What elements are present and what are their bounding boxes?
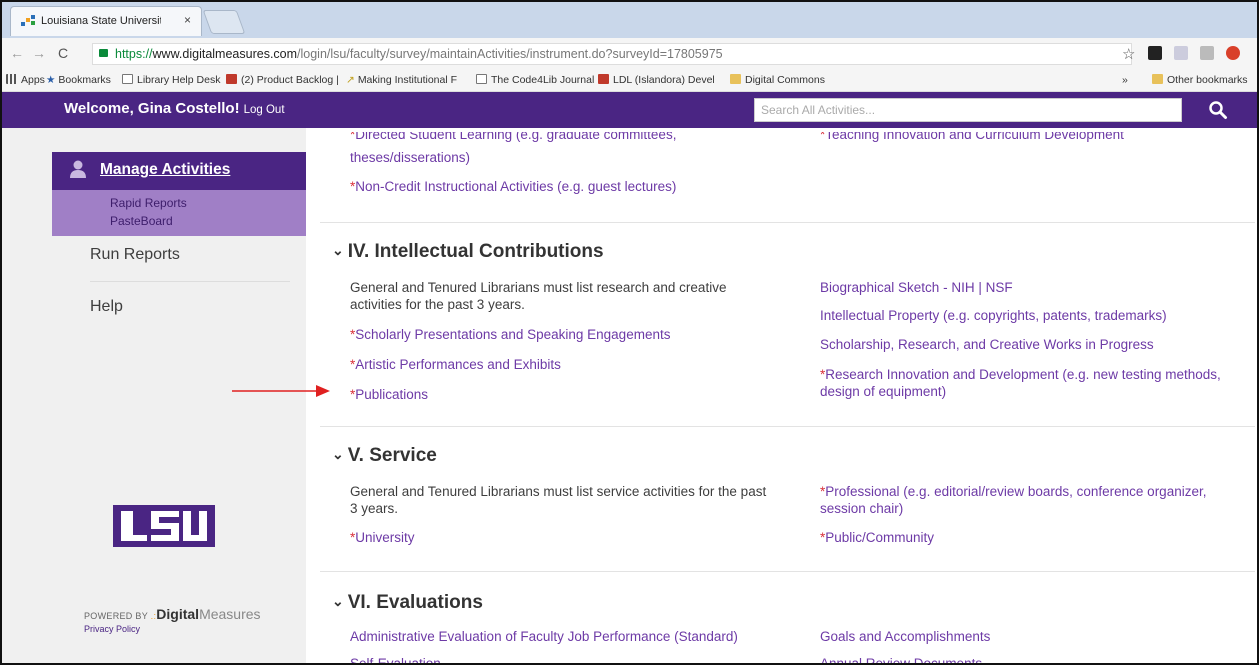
chevron-down-icon: ⌄ [332, 242, 344, 258]
biographical-sketch: Biographical Sketch - NIH | NSF [820, 280, 1013, 295]
directed-student-learning-link[interactable]: *Directed Student Learning (e.g. graduat… [350, 132, 676, 145]
sidebar-item-manage-activities[interactable]: Manage Activities [52, 152, 306, 190]
section-divider [320, 571, 1255, 572]
folder-icon [730, 74, 741, 84]
pdf-extension-icon[interactable] [1148, 46, 1162, 60]
self-evaluation-link[interactable]: Self-Evaluation [350, 655, 441, 663]
bookmarks-bar: Apps ★ Bookmarks Library Help Desk (2) Pr… [2, 70, 1257, 92]
address-bar[interactable]: https://www.digitalmeasures.com/login/ls… [92, 43, 1132, 65]
lsu-logo [113, 505, 215, 547]
browser-toolbar: ← → C https://www.digitalmeasures.com/lo… [2, 38, 1257, 70]
extension-icon[interactable] [1174, 46, 1188, 60]
back-icon[interactable]: ← [10, 45, 24, 61]
section-iv-note: General and Tenured Librarians must list… [350, 280, 727, 295]
new-tab-button[interactable] [202, 10, 246, 34]
tab-close-icon[interactable]: × [184, 13, 191, 27]
screenshot-frame: Louisiana State Universit × ← → C https:… [0, 0, 1259, 665]
logout-link[interactable]: Log Out [244, 104, 285, 116]
powered-by-logo: POWERED BY .:DigitalMeasures [84, 606, 261, 622]
bookmark-product-backlog[interactable]: (2) Product Backlog | [226, 74, 339, 86]
sidebar-subnav: Rapid Reports PasteBoard [52, 190, 306, 236]
intellectual-property-link[interactable]: Intellectual Property (e.g. copyrights, … [820, 307, 1167, 324]
artistic-performances-link[interactable]: *Artistic Performances and Exhibits [350, 356, 561, 373]
section-vi-title[interactable]: ⌄ VI. Evaluations [332, 592, 483, 614]
research-innovation-link-cont[interactable]: design of equipment) [820, 383, 946, 400]
bio-nih-link[interactable]: NIH [951, 280, 974, 295]
forward-icon[interactable]: → [32, 45, 46, 61]
chevron-down-icon: ⌄ [332, 446, 344, 462]
chevron-down-icon: ⌄ [332, 593, 344, 609]
scholarship-in-progress-link[interactable]: Scholarship, Research, and Creative Work… [820, 336, 1154, 353]
tab-title: Louisiana State Universit [41, 15, 161, 27]
sidebar-item-run-reports[interactable]: Run Reports [90, 246, 180, 264]
directed-student-learning-link-cont[interactable]: theses/disserations) [350, 149, 470, 166]
section-divider [320, 222, 1255, 223]
main-content: *Directed Student Learning (e.g. graduat… [320, 128, 1255, 663]
bookmark-bookmarks[interactable]: ★ Bookmarks [46, 74, 111, 86]
sidebar-divider [90, 281, 290, 282]
extension-icon[interactable] [1200, 46, 1214, 60]
bookmark-apps[interactable]: Apps [6, 74, 45, 86]
sidebar-item-pasteboard[interactable]: PasteBoard [110, 214, 173, 228]
welcome-message: Welcome, Gina Costello! Log Out [64, 100, 285, 117]
section-iv-title[interactable]: ⌄ IV. Intellectual Contributions [332, 241, 604, 263]
university-service-link[interactable]: *University [350, 529, 415, 546]
bio-nsf-link[interactable]: NSF [986, 280, 1013, 295]
professional-service-link-cont[interactable]: session chair) [820, 500, 903, 517]
bookmark-making-institutional[interactable]: ↗ Making Institutional F [346, 74, 457, 86]
privacy-policy-link[interactable]: Privacy Policy [84, 624, 140, 634]
extension-icon[interactable] [1226, 46, 1240, 60]
browser-tab-strip: Louisiana State Universit × [2, 2, 1257, 38]
bookmark-code4lib[interactable]: The Code4Lib Journal [476, 74, 594, 86]
star-icon: ★ [46, 74, 56, 86]
teaching-innovation-link[interactable]: *Teaching Innovation and Curriculum Deve… [820, 132, 1124, 145]
non-credit-instructional-link[interactable]: *Non-Credit Instructional Activities (e.… [350, 178, 676, 195]
bookmark-library-help-desk[interactable]: Library Help Desk [122, 74, 220, 86]
reload-icon[interactable]: C [58, 45, 68, 61]
folder-icon [1152, 74, 1163, 84]
app-header: Welcome, Gina Costello! Log Out Search Al… [2, 92, 1257, 128]
bookmark-star-icon[interactable]: ☆ [1122, 45, 1135, 63]
annotation-arrow-icon [232, 385, 330, 397]
bookmark-other-bookmarks[interactable]: Other bookmarks [1152, 74, 1248, 86]
bookmark-ldl-islandora[interactable]: LDL (Islandora) Devel [598, 74, 715, 86]
bookmarks-overflow[interactable]: » [1122, 74, 1128, 86]
section-divider [320, 426, 1255, 427]
research-innovation-link[interactable]: *Research Innovation and Development (e.… [820, 366, 1221, 383]
apps-icon [6, 74, 17, 84]
browser-tab[interactable]: Louisiana State Universit × [10, 6, 202, 36]
section-v-title[interactable]: ⌄ V. Service [332, 445, 437, 467]
sidebar-item-rapid-reports[interactable]: Rapid Reports [110, 196, 187, 210]
code4lib-icon [476, 74, 487, 84]
public-community-link[interactable]: *Public/Community [820, 529, 934, 546]
search-icon[interactable] [1208, 100, 1228, 120]
section-v-note: General and Tenured Librarians must list… [350, 484, 767, 499]
trello-icon [226, 74, 237, 84]
manage-activities-link[interactable]: Manage Activities [100, 161, 230, 179]
publications-link[interactable]: *Publications [350, 386, 428, 403]
search-input[interactable]: Search All Activities... [754, 98, 1182, 122]
link-icon: ↗ [346, 74, 355, 86]
scholarly-presentations-link[interactable]: *Scholarly Presentations and Speaking En… [350, 326, 670, 343]
lock-icon [99, 49, 108, 57]
bookmark-digital-commons[interactable]: Digital Commons [730, 74, 825, 86]
section-iv-note-cont: activities for the past 3 years. [350, 297, 525, 312]
professional-service-link[interactable]: *Professional (e.g. editorial/review boa… [820, 483, 1206, 500]
annual-review-documents-link[interactable]: Annual Review Documents [820, 655, 982, 663]
trello-icon [598, 74, 609, 84]
page-icon [122, 74, 133, 84]
user-icon [70, 160, 86, 178]
sidebar-item-help[interactable]: Help [90, 298, 123, 316]
administrative-evaluation-link[interactable]: Administrative Evaluation of Faculty Job… [350, 628, 738, 645]
section-v-note-cont: 3 years. [350, 501, 399, 516]
digitalmeasures-favicon-icon [21, 15, 35, 27]
goals-accomplishments-link[interactable]: Goals and Accomplishments [820, 628, 990, 645]
